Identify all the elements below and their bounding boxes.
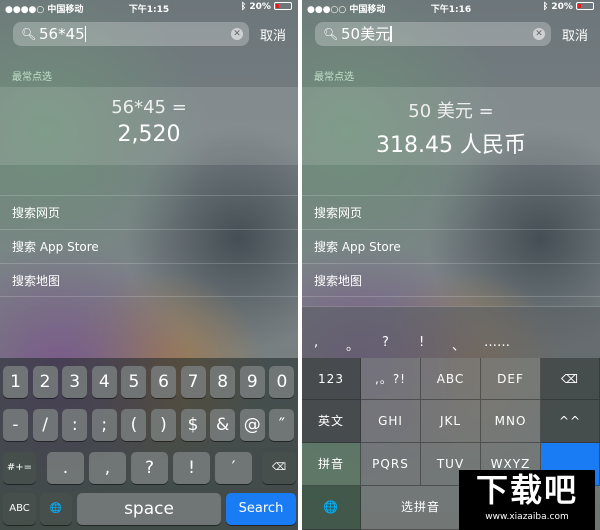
section-label: 最常点选 — [314, 72, 354, 83]
key[interactable]: ; — [91, 409, 117, 441]
clear-icon[interactable]: ✕ — [231, 28, 243, 40]
globe-key[interactable]: 🌐 — [40, 493, 72, 525]
search-options: 搜索网页 搜索 App Store 搜索地图 — [0, 195, 298, 297]
key[interactable]: / — [32, 409, 58, 441]
key[interactable]: ^^ — [541, 400, 600, 443]
status-bar: ●●●●○ 中国移动 下午1:15 ᛒ 20% — [0, 0, 298, 15]
battery: ᛒ 20% — [241, 2, 292, 12]
key[interactable]: 1 — [3, 366, 28, 398]
key[interactable]: ′ — [215, 452, 252, 484]
candidate[interactable]: 、 — [452, 335, 465, 354]
section-label: 最常点选 — [12, 72, 52, 83]
candidate[interactable]: 。 — [346, 335, 359, 354]
key[interactable]: - — [3, 409, 28, 441]
key[interactable]: MNO — [481, 400, 541, 443]
key[interactable]: 4 — [91, 366, 117, 398]
watermark-logo: 下载吧 www.xiazaiba.com — [459, 470, 595, 530]
battery-icon — [576, 2, 594, 10]
search-button[interactable]: Search — [226, 493, 296, 525]
key[interactable]: 7 — [180, 366, 206, 398]
key[interactable]: ,。?! — [361, 358, 421, 400]
right-screen: ●●●○○ 中国移动 下午1:16 ᛒ 20% 🔍︎ 50美元 ✕ 取消 最常点选 … — [302, 0, 600, 530]
candidate[interactable]: ! — [419, 335, 424, 350]
key[interactable]: @ — [239, 409, 265, 441]
status-bar: ●●●○○ 中国移动 下午1:16 ᛒ 20% — [302, 0, 600, 15]
key[interactable]: , — [89, 452, 126, 484]
key[interactable]: PQRS — [361, 443, 421, 486]
key[interactable]: 123 — [302, 358, 361, 400]
key[interactable]: 8 — [210, 366, 236, 398]
key[interactable]: ! — [173, 452, 210, 484]
candidate[interactable]: …… — [484, 335, 510, 350]
space-key[interactable]: space — [77, 493, 221, 525]
key[interactable]: 3 — [62, 366, 88, 398]
key[interactable]: 英文 — [302, 400, 361, 443]
key[interactable]: 0 — [269, 366, 295, 398]
key[interactable]: 🌐 — [302, 486, 361, 530]
abc-key[interactable]: ABC — [3, 493, 36, 525]
search-maps[interactable]: 搜索地图 — [302, 263, 600, 297]
key[interactable]: ( — [121, 409, 147, 441]
delete-key[interactable]: ⌫ — [262, 452, 296, 484]
key[interactable]: ″ — [269, 409, 295, 441]
cancel-button[interactable]: 取消 — [562, 25, 588, 44]
calc-answer: 2,520 — [117, 122, 181, 147]
top-hit[interactable]: 50 美元 = 318.45 人民币 — [302, 87, 600, 165]
key[interactable]: $ — [180, 409, 206, 441]
calc-query: 56*45 = — [111, 97, 187, 118]
key[interactable]: : — [62, 409, 88, 441]
key[interactable]: ⌫ — [541, 358, 600, 400]
conversion-query: 50 美元 = — [408, 101, 494, 122]
conversion-answer: 318.45 人民币 — [376, 133, 526, 158]
search-maps[interactable]: 搜索地图 — [0, 263, 298, 297]
battery-icon — [274, 2, 292, 10]
key[interactable]: ) — [151, 409, 176, 441]
top-hit[interactable]: 56*45 = 2,520 — [0, 87, 298, 165]
key[interactable]: DEF — [481, 358, 541, 400]
key[interactable]: & — [210, 409, 236, 441]
battery: ᛒ 20% — [543, 2, 594, 12]
search-icon: 🔍︎ — [323, 27, 339, 41]
symbols-key[interactable]: #+= — [3, 452, 36, 484]
key[interactable]: 5 — [121, 366, 147, 398]
search-input[interactable]: 🔍︎ 50美元 ✕ — [315, 22, 551, 46]
key[interactable]: . — [47, 452, 84, 484]
cancel-button[interactable]: 取消 — [260, 25, 286, 44]
search-app-store[interactable]: 搜索 App Store — [302, 229, 600, 263]
key[interactable]: 2 — [32, 366, 58, 398]
search-web[interactable]: 搜索网页 — [302, 195, 600, 229]
left-screen: ●●●●○ 中国移动 下午1:15 ᛒ 20% 🔍︎ 56*45 ✕ 取消 最常点选… — [0, 0, 298, 530]
key[interactable]: ABC — [421, 358, 481, 400]
key[interactable]: JKL — [421, 400, 481, 443]
search-options: 搜索网页 搜索 App Store 搜索地图 — [302, 195, 600, 297]
search-web[interactable]: 搜索网页 — [0, 195, 298, 229]
key[interactable]: 9 — [239, 366, 265, 398]
key[interactable]: 6 — [151, 366, 176, 398]
search-input[interactable]: 🔍︎ 56*45 ✕ — [13, 22, 249, 46]
candidate[interactable]: ? — [382, 335, 389, 350]
key[interactable]: ? — [131, 452, 168, 484]
key[interactable]: GHI — [361, 400, 421, 443]
candidate[interactable]: , — [314, 335, 318, 350]
key[interactable]: 拼音 — [302, 443, 361, 486]
search-app-store[interactable]: 搜索 App Store — [0, 229, 298, 263]
search-icon: 🔍︎ — [21, 27, 37, 41]
clear-icon[interactable]: ✕ — [533, 28, 545, 40]
candidate-bar: , 。 ? ! 、 …… — [302, 306, 600, 358]
